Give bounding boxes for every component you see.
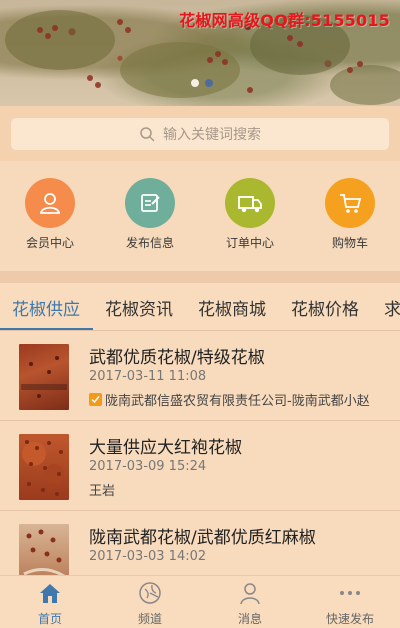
section-divider: [0, 271, 400, 283]
nav-label: 消息: [237, 612, 262, 626]
nav-home[interactable]: 首页: [10, 581, 90, 627]
cart-icon-circle: [325, 178, 375, 228]
user-icon: [39, 193, 61, 214]
member-icon-circle: [25, 178, 75, 228]
supply-list: 武都优质花椒/特级花椒 2017-03-11 11:08 陇南武都信盛农贸有限责…: [0, 331, 400, 575]
item-seller: 王岩: [89, 480, 115, 499]
tab-pepper-demand[interactable]: 求: [384, 295, 400, 320]
list-item[interactable]: 大量供应大红袍花椒 2017-03-09 15:24 王岩: [0, 421, 400, 511]
quick-actions: 会员中心 发布信息 订单中心 购物车: [0, 161, 400, 271]
bottom-navigation: 首页 频道 消息 快速发布: [0, 575, 400, 628]
home-icon: [40, 584, 60, 603]
user-icon: [240, 583, 260, 605]
carousel-dot[interactable]: [191, 79, 199, 87]
app-page: 花椒网高级QQ群:5155015 输入关键词搜索 会员中心 发布信息 订单中心 …: [0, 0, 400, 628]
nav-label: 快速发布: [325, 612, 374, 626]
list-item[interactable]: 武都优质花椒/特级花椒 2017-03-11 11:08 陇南武都信盛农贸有限责…: [0, 331, 400, 421]
item-title: 大量供应大红袍花椒: [89, 438, 242, 458]
truck-icon: [238, 196, 262, 213]
item-title: 陇南武都花椒/武都优质红麻椒: [89, 528, 316, 548]
carousel-indicator: [191, 79, 213, 87]
verified-icon: [89, 393, 102, 406]
item-seller-name: 王岩: [89, 484, 116, 499]
product-thumbnail: [19, 344, 69, 410]
cart-icon: [340, 194, 362, 213]
more-icon: [340, 591, 360, 595]
member-center-button[interactable]: 会员中心: [10, 178, 90, 251]
quick-action-label: 发布信息: [125, 236, 174, 250]
nav-messages[interactable]: 消息: [210, 581, 290, 627]
search-icon: [140, 127, 155, 142]
item-date: 2017-03-11 11:08: [89, 369, 207, 384]
tab-pepper-supply[interactable]: 花椒供应: [12, 295, 80, 320]
nav-channel[interactable]: 频道: [110, 581, 190, 627]
product-image: [23, 529, 65, 575]
item-title: 武都优质花椒/特级花椒: [89, 348, 265, 368]
shopping-cart-button[interactable]: 购物车: [310, 178, 390, 251]
item-date: 2017-03-09 15:24: [89, 459, 207, 474]
category-tabs: 花椒供应 花椒资讯 花椒商城 花椒价格 求: [0, 283, 400, 331]
publish-icon-circle: [125, 178, 175, 228]
tab-pepper-mall[interactable]: 花椒商城: [198, 295, 266, 320]
quick-action-label: 订单中心: [225, 236, 274, 250]
quick-action-label: 会员中心: [25, 236, 74, 250]
nav-quick-publish[interactable]: 快速发布: [310, 581, 390, 627]
list-item[interactable]: 陇南武都花椒/武都优质红麻椒 2017-03-03 14:02: [0, 511, 400, 575]
search-input[interactable]: 输入关键词搜索: [11, 118, 389, 150]
tab-pepper-news[interactable]: 花椒资讯: [105, 295, 173, 320]
tab-pepper-price[interactable]: 花椒价格: [291, 295, 359, 320]
search-bar: 输入关键词搜索: [0, 106, 400, 161]
order-icon-circle: [225, 178, 275, 228]
product-thumbnail: [19, 524, 69, 575]
quick-action-label: 购物车: [331, 236, 368, 250]
nav-label: 首页: [37, 612, 62, 626]
order-center-button[interactable]: 订单中心: [210, 178, 290, 251]
banner-carousel[interactable]: 花椒网高级QQ群:5155015: [0, 0, 400, 106]
nav-label: 频道: [137, 612, 162, 626]
product-thumbnail: [19, 434, 69, 500]
item-date: 2017-03-03 14:02: [89, 549, 207, 564]
product-image: [25, 440, 63, 496]
product-image: [21, 356, 67, 398]
edit-icon: [141, 194, 160, 212]
search-placeholder: 输入关键词搜索: [163, 127, 261, 143]
item-seller: 陇南武都信盛农贸有限责任公司-陇南武都小赵: [89, 390, 370, 409]
publish-info-button[interactable]: 发布信息: [110, 178, 190, 251]
carousel-dot-active[interactable]: [205, 79, 213, 87]
item-seller-name: 陇南武都信盛农贸有限责任公司-陇南武都小赵: [105, 394, 370, 409]
compass-icon: [139, 582, 161, 604]
banner-caption: 花椒网高级QQ群:5155015: [179, 11, 390, 30]
